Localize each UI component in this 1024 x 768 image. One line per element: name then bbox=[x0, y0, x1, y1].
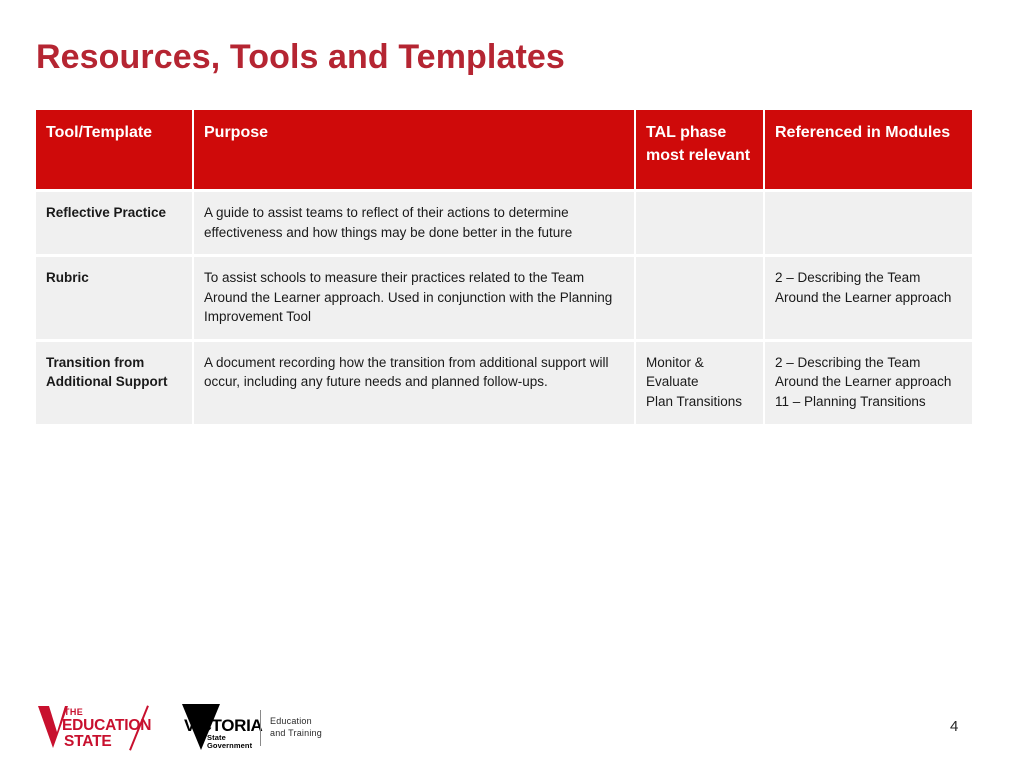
cell-tool-name: Transition from Additional Support bbox=[36, 338, 194, 424]
cell-purpose: A document recording how the transition … bbox=[194, 338, 636, 424]
victoria-sub-government: Government bbox=[207, 741, 253, 750]
cell-tool-name: Rubric bbox=[36, 254, 194, 339]
column-header-tool-template: Tool/Template bbox=[36, 110, 194, 189]
cell-line: Plan Transitions bbox=[646, 393, 743, 409]
education-state-state: STATE bbox=[64, 733, 112, 750]
victoria-state-government-logo: VICTORIA State Government Education and … bbox=[178, 704, 328, 752]
table-header-row: Tool/Template Purpose TAL phase most rel… bbox=[36, 110, 972, 189]
table-header: Tool/Template Purpose TAL phase most rel… bbox=[36, 110, 972, 189]
column-header-tal-phase: TAL phase most relevant bbox=[636, 110, 765, 189]
resources-table-container: Tool/Template Purpose TAL phase most rel… bbox=[36, 110, 972, 424]
cell-tool-name: Reflective Practice bbox=[36, 189, 194, 255]
cell-tal-phase: Monitor & Evaluate Plan Transitions bbox=[636, 338, 765, 424]
cell-tal-phase bbox=[636, 189, 765, 255]
cell-tal-phase bbox=[636, 254, 765, 339]
slide-footer: THE EDUCATION STATE VICTORIA State Gover… bbox=[0, 698, 1024, 758]
cell-line: Monitor & Evaluate bbox=[646, 354, 704, 390]
department-line-1: Education bbox=[270, 716, 312, 726]
cell-purpose: To assist schools to measure their pract… bbox=[194, 254, 636, 339]
table-row: Transition from Additional Support A doc… bbox=[36, 338, 972, 424]
cell-line: 11 – Planning Transitions bbox=[775, 393, 926, 409]
logo-divider bbox=[260, 710, 261, 746]
cell-referenced-modules: 2 – Describing the Team Around the Learn… bbox=[765, 254, 972, 339]
education-state-the: THE bbox=[64, 707, 84, 717]
cell-purpose: A guide to assist teams to reflect of th… bbox=[194, 189, 636, 255]
cell-line: 2 – Describing the Team Around the Learn… bbox=[775, 354, 952, 390]
education-state-logo: THE EDUCATION STATE bbox=[38, 702, 163, 752]
table-body: Reflective Practice A guide to assist te… bbox=[36, 189, 972, 424]
cell-referenced-modules bbox=[765, 189, 972, 255]
column-header-purpose: Purpose bbox=[194, 110, 636, 189]
cell-referenced-modules: 2 – Describing the Team Around the Learn… bbox=[765, 338, 972, 424]
department-line-2: and Training bbox=[270, 728, 322, 738]
page-number: 4 bbox=[950, 718, 959, 735]
resources-table: Tool/Template Purpose TAL phase most rel… bbox=[36, 110, 972, 424]
table-row: Rubric To assist schools to measure thei… bbox=[36, 254, 972, 339]
page-title: Resources, Tools and Templates bbox=[36, 38, 565, 76]
table-row: Reflective Practice A guide to assist te… bbox=[36, 189, 972, 255]
cell-line: 2 – Describing the Team Around the Learn… bbox=[775, 270, 952, 305]
column-header-referenced-modules: Referenced in Modules bbox=[765, 110, 972, 189]
